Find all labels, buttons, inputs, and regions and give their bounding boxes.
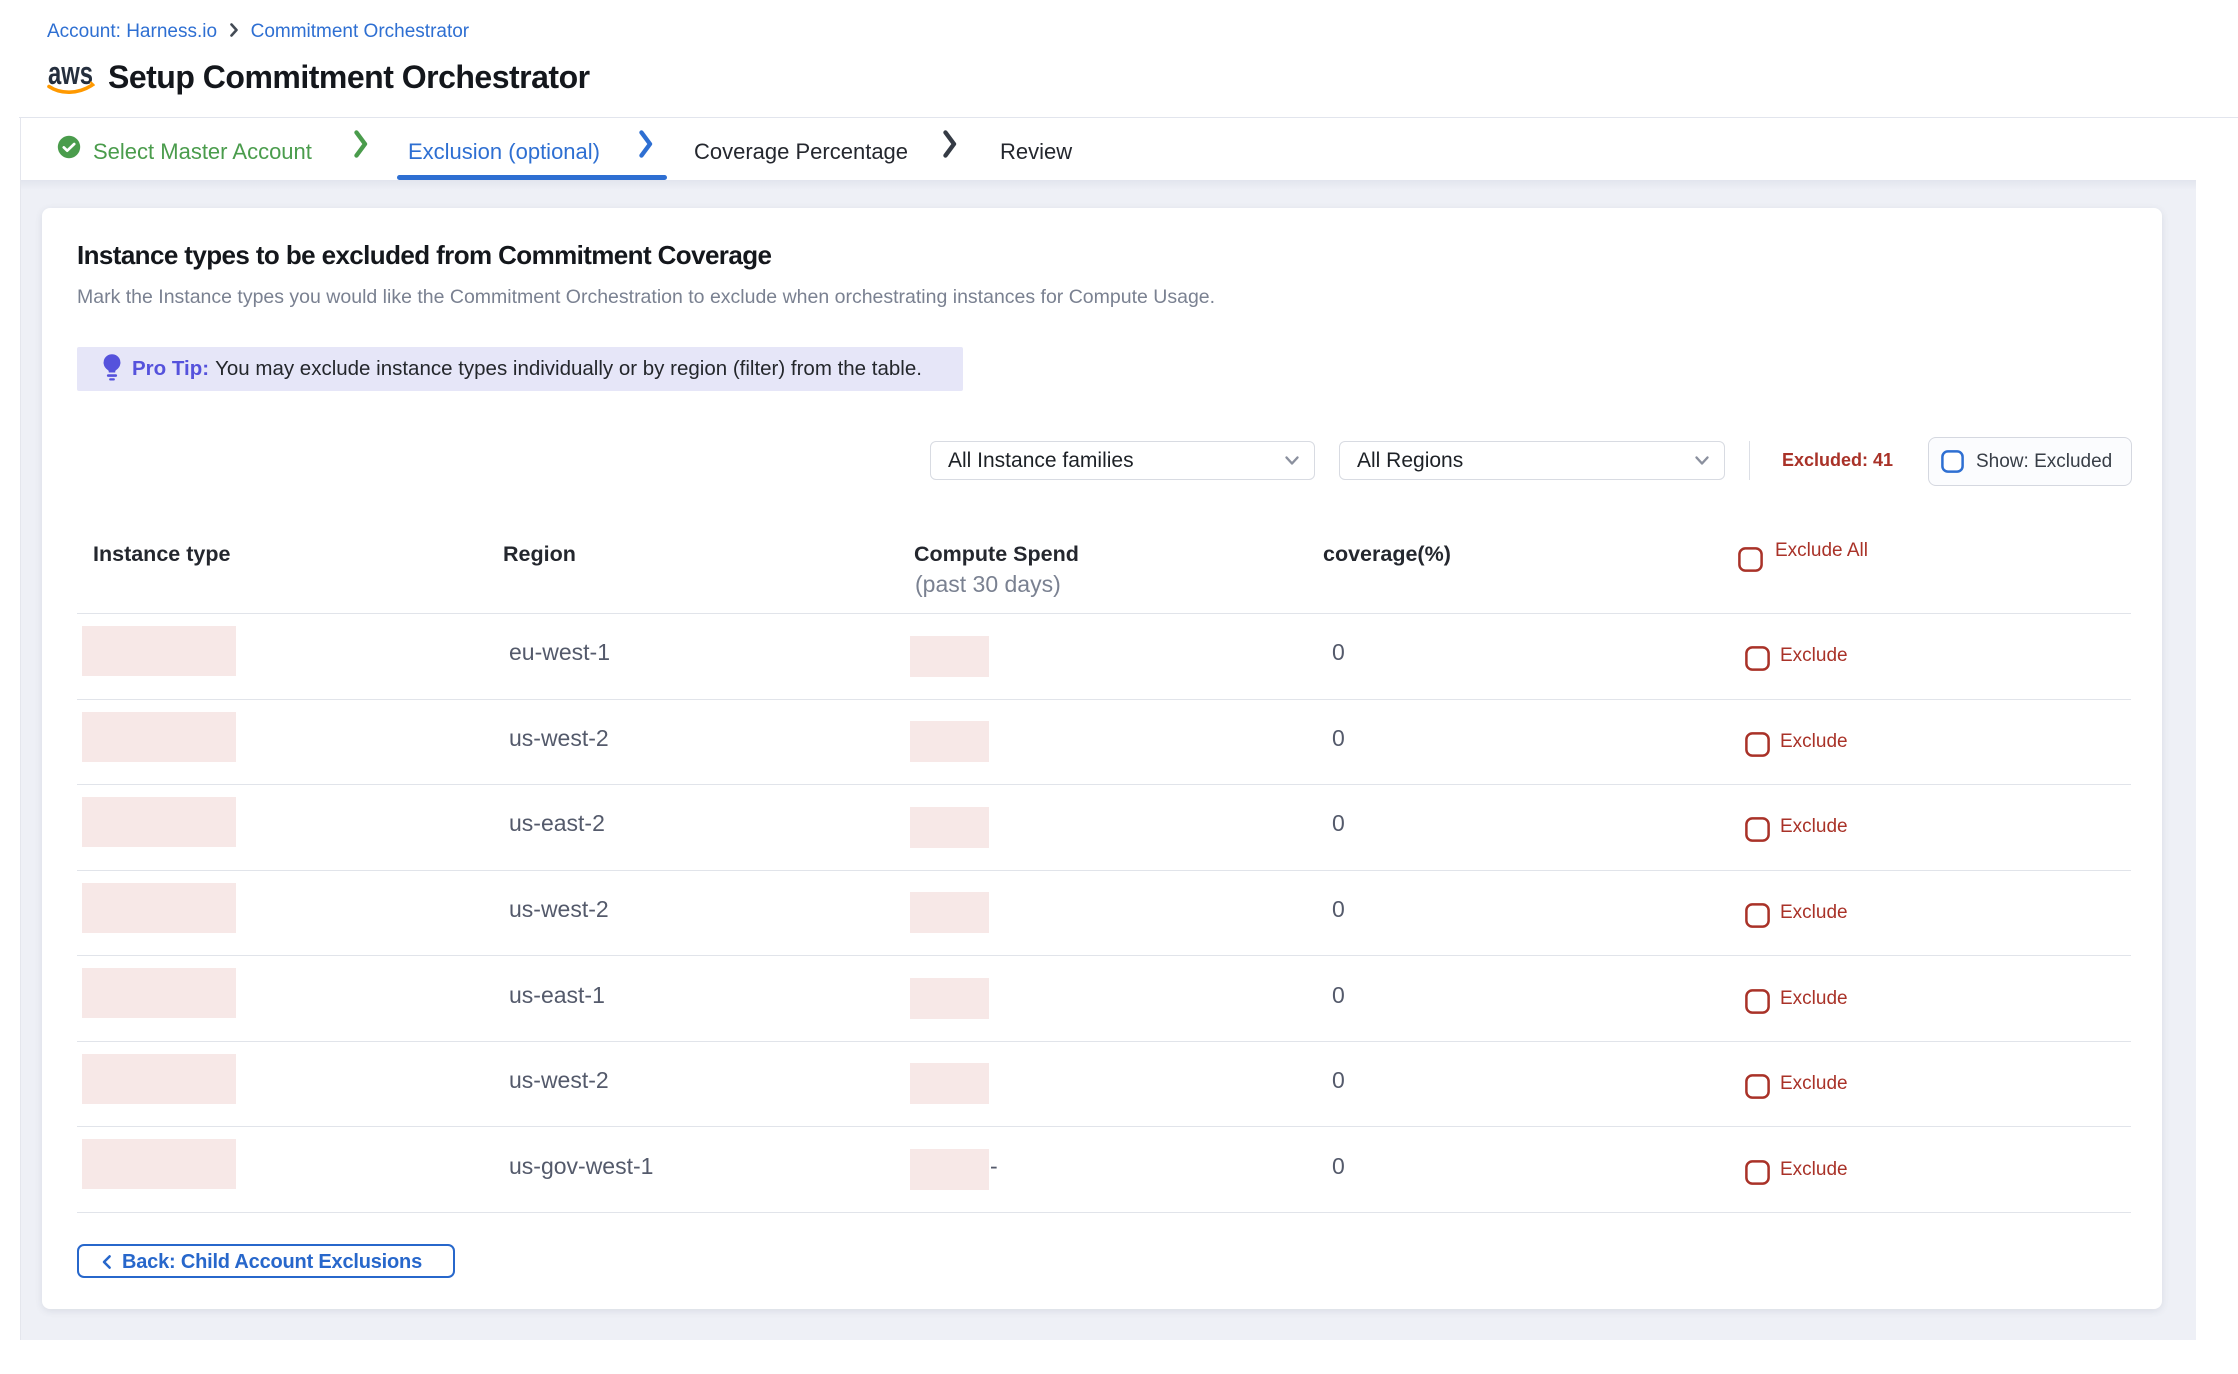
svg-text:aws: aws [48, 58, 93, 91]
